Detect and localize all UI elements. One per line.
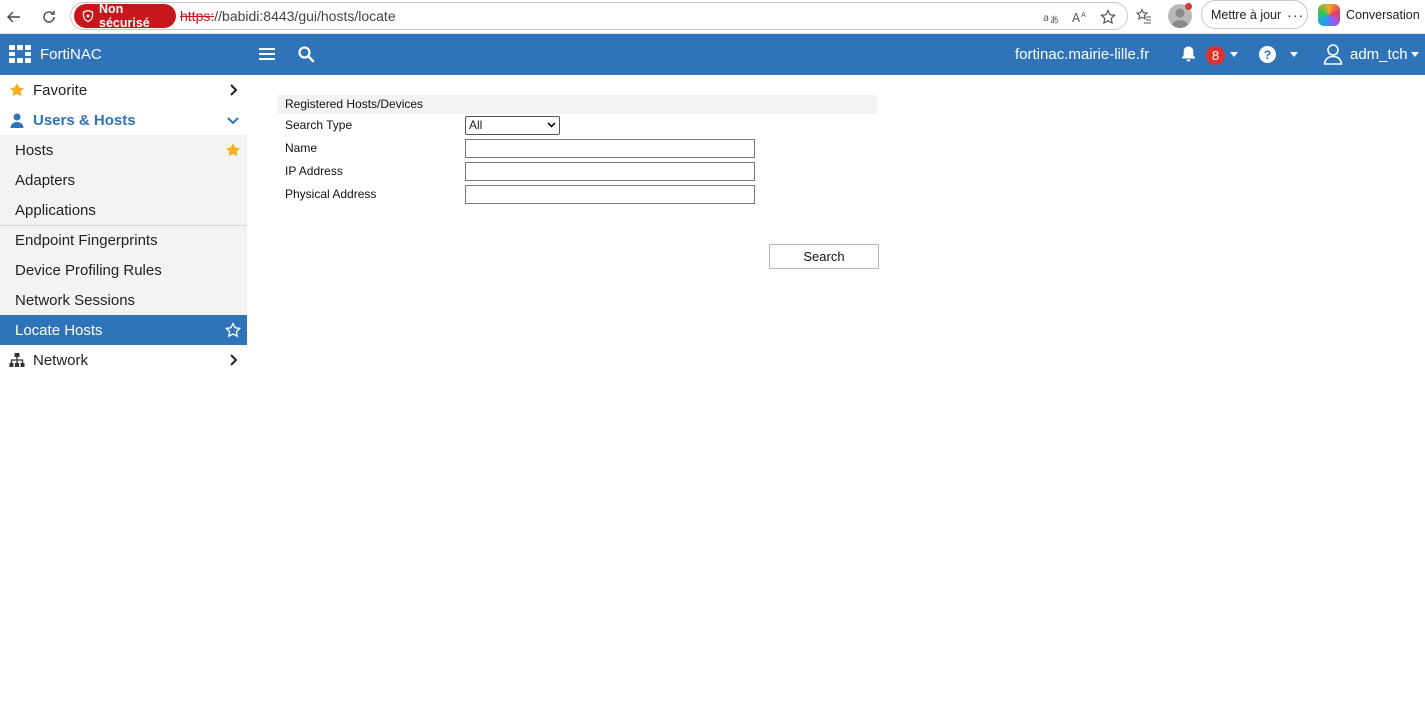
help-icon[interactable]: ? (1259, 46, 1276, 63)
sidebar-item-adapters[interactable]: Adapters (0, 165, 247, 195)
sidebar-item-endpoint-fingerprints[interactable]: Endpoint Fingerprints (0, 225, 247, 255)
sidebar-item-applications[interactable]: Applications (0, 195, 247, 225)
username-menu[interactable]: adm_tch (1350, 46, 1408, 63)
search-button[interactable]: Search (769, 244, 879, 269)
sidebar-item-label: Favorite (33, 81, 88, 99)
chevron-down-icon (547, 122, 556, 128)
copilot-label: Conversation (1346, 8, 1420, 22)
svg-text:A: A (1072, 11, 1081, 25)
chevron-right-icon (230, 84, 238, 96)
security-warning-label: Non sécurisé (99, 2, 150, 30)
sidebar-item-label: Users & Hosts (33, 111, 136, 129)
read-aloud-icon[interactable]: AA (1069, 7, 1089, 27)
sidebar-item-label: Applications (15, 201, 96, 219)
security-warning-badge[interactable]: Non sécurisé (74, 2, 176, 30)
favorites-list-icon[interactable] (1134, 6, 1154, 26)
update-browser-button[interactable]: Mettre à jour ··· (1201, 0, 1308, 29)
sidebar-item-users-hosts[interactable]: Users & Hosts (0, 105, 247, 135)
reload-icon (43, 11, 55, 23)
physical-address-input[interactable] (465, 185, 755, 204)
help-caret-icon[interactable] (1290, 52, 1298, 57)
app-title: FortiNAC (40, 46, 102, 63)
svg-text:a: a (1043, 13, 1049, 24)
arrow-left-icon (7, 11, 20, 23)
search-type-label: Search Type (285, 118, 353, 132)
sidebar-item-label: Network (33, 351, 89, 369)
notification-count-badge[interactable]: 8 (1206, 46, 1225, 65)
user-icon (10, 113, 24, 128)
sidebar-item-device-profiling-rules[interactable]: Device Profiling Rules (0, 255, 247, 285)
svg-text:A: A (1081, 11, 1086, 19)
sidebar: Favorite Users & Hosts Hosts Adapters Ap… (0, 75, 247, 375)
app-grid-icon[interactable] (9, 45, 31, 63)
sidebar-item-label: Locate Hosts (15, 321, 103, 339)
profile-notification-dot (1185, 3, 1192, 10)
sidebar-item-label: Adapters (15, 171, 76, 189)
sidebar-item-label: Endpoint Fingerprints (15, 232, 158, 249)
user-caret-icon[interactable] (1411, 52, 1419, 57)
url-path: //babidi:8443/gui/hosts/locate (214, 8, 396, 24)
address-bar[interactable]: Non sécurisé https://babidi:8443/gui/hos… (70, 2, 1128, 30)
search-type-select[interactable]: All (465, 116, 560, 135)
network-tree-icon (9, 353, 25, 367)
star-outline-icon[interactable] (225, 322, 241, 338)
panel-title: Registered Hosts/Devices (277, 95, 877, 114)
physical-address-label: Physical Address (285, 187, 377, 201)
app-header: FortiNAC fortinac.mairie-lille.fr 8 ? ad… (0, 34, 1425, 75)
svg-text:あ: あ (1050, 15, 1059, 25)
notifications-caret-icon[interactable] (1230, 52, 1238, 57)
more-options-icon[interactable]: ··· (1287, 7, 1304, 23)
browser-toolbar: Non sécurisé https://babidi:8443/gui/hos… (0, 0, 1425, 34)
ip-address-input[interactable] (465, 162, 755, 181)
name-label: Name (285, 141, 318, 155)
copilot-icon (1318, 4, 1340, 26)
favorite-star-icon[interactable] (1098, 7, 1118, 27)
menu-toggle-icon[interactable] (258, 46, 276, 62)
sidebar-item-label: Network Sessions (15, 291, 136, 309)
chevron-right-icon (230, 354, 238, 366)
star-filled-icon[interactable] (225, 142, 241, 158)
chevron-down-icon (227, 117, 239, 125)
ip-address-label: IP Address (285, 164, 343, 178)
sidebar-item-hosts[interactable]: Hosts (0, 135, 247, 165)
star-icon (10, 83, 24, 97)
shield-warning-icon (82, 10, 94, 22)
sidebar-item-locate-hosts[interactable]: Locate Hosts (0, 315, 247, 345)
sidebar-item-network[interactable]: Network (0, 345, 247, 375)
url-protocol: https: (180, 8, 215, 24)
back-button[interactable] (3, 6, 25, 28)
server-hostname: fortinac.mairie-lille.fr (1015, 46, 1150, 63)
translate-icon[interactable]: aあ (1041, 7, 1061, 27)
name-input[interactable] (465, 139, 755, 158)
copilot-conversation-button[interactable]: Conversation (1318, 4, 1420, 26)
user-icon[interactable] (1323, 43, 1343, 65)
reload-button[interactable] (38, 6, 60, 28)
sidebar-item-network-sessions[interactable]: Network Sessions (0, 285, 247, 315)
sidebar-item-favorite[interactable]: Favorite (0, 75, 247, 105)
sidebar-item-label: Hosts (15, 141, 54, 159)
sidebar-item-label: Device Profiling Rules (15, 261, 162, 279)
url-text[interactable]: https://babidi:8443/gui/hosts/locate (180, 8, 396, 24)
search-type-value: All (469, 118, 483, 132)
update-label: Mettre à jour (1211, 7, 1282, 22)
bell-icon[interactable] (1180, 45, 1197, 63)
search-icon[interactable] (297, 45, 315, 63)
